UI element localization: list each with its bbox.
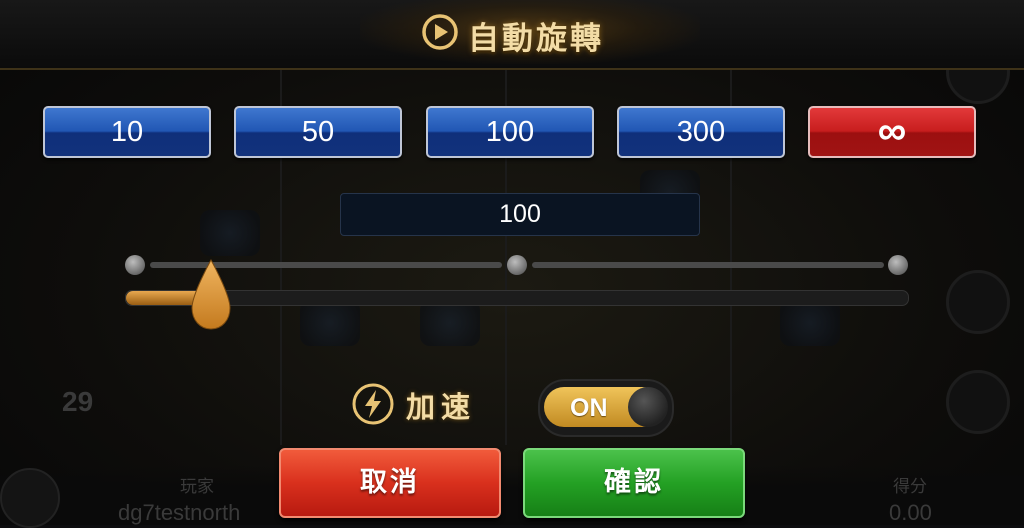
spin-count-100-button[interactable]: 100 <box>426 106 594 158</box>
menu-icon <box>0 468 60 528</box>
lightning-bolt-icon <box>352 383 394 425</box>
spin-count-infinite-button[interactable]: ∞ <box>808 106 976 158</box>
spin-count-display: 100 <box>340 193 700 236</box>
turbo-label: 加速 <box>406 390 477 424</box>
page-title: 自動旋轉 <box>468 21 604 57</box>
title-bar: 自動旋轉 <box>0 0 1024 70</box>
slider-stop-marker <box>888 255 908 275</box>
spin-count-label: 300 <box>676 116 726 148</box>
toggle-knob <box>628 387 668 427</box>
slider-stop-marker <box>125 255 145 275</box>
player-label: 玩家 <box>180 477 214 496</box>
background-side-button <box>946 370 1010 434</box>
cancel-label: 取消 <box>360 467 420 498</box>
reel-symbol <box>200 210 260 256</box>
spin-count-label: 100 <box>485 116 535 148</box>
confirm-label: 確認 <box>604 467 664 498</box>
droplet-thumb-icon[interactable] <box>188 258 234 332</box>
toggle-state-text: ON <box>570 394 608 422</box>
spin-count-10-button[interactable]: 10 <box>43 106 211 158</box>
spin-count-slider[interactable] <box>125 290 909 306</box>
reel-symbol <box>420 300 480 346</box>
slider-guide-track <box>532 262 884 268</box>
reel-symbol <box>300 300 360 346</box>
score-value: 0.00 <box>889 500 932 525</box>
spin-count-label: 10 <box>110 116 144 148</box>
confirm-button[interactable]: 確認 <box>523 448 745 518</box>
spin-count-value: 100 <box>499 200 541 228</box>
slider-stop-marker <box>507 255 527 275</box>
background-side-button <box>946 270 1010 334</box>
turbo-toggle[interactable]: ON <box>538 379 674 437</box>
player-name: dg7testnorth <box>118 500 241 525</box>
spin-count-300-button[interactable]: 300 <box>617 106 785 158</box>
infinity-icon: ∞ <box>877 109 907 153</box>
spin-count-50-button[interactable]: 50 <box>234 106 402 158</box>
spin-count-label: 50 <box>301 116 335 148</box>
play-circle-icon <box>422 14 458 50</box>
background-number: 29 <box>62 386 94 417</box>
score-label: 得分 <box>893 477 927 496</box>
reel-symbol <box>780 300 840 346</box>
cancel-button[interactable]: 取消 <box>279 448 501 518</box>
